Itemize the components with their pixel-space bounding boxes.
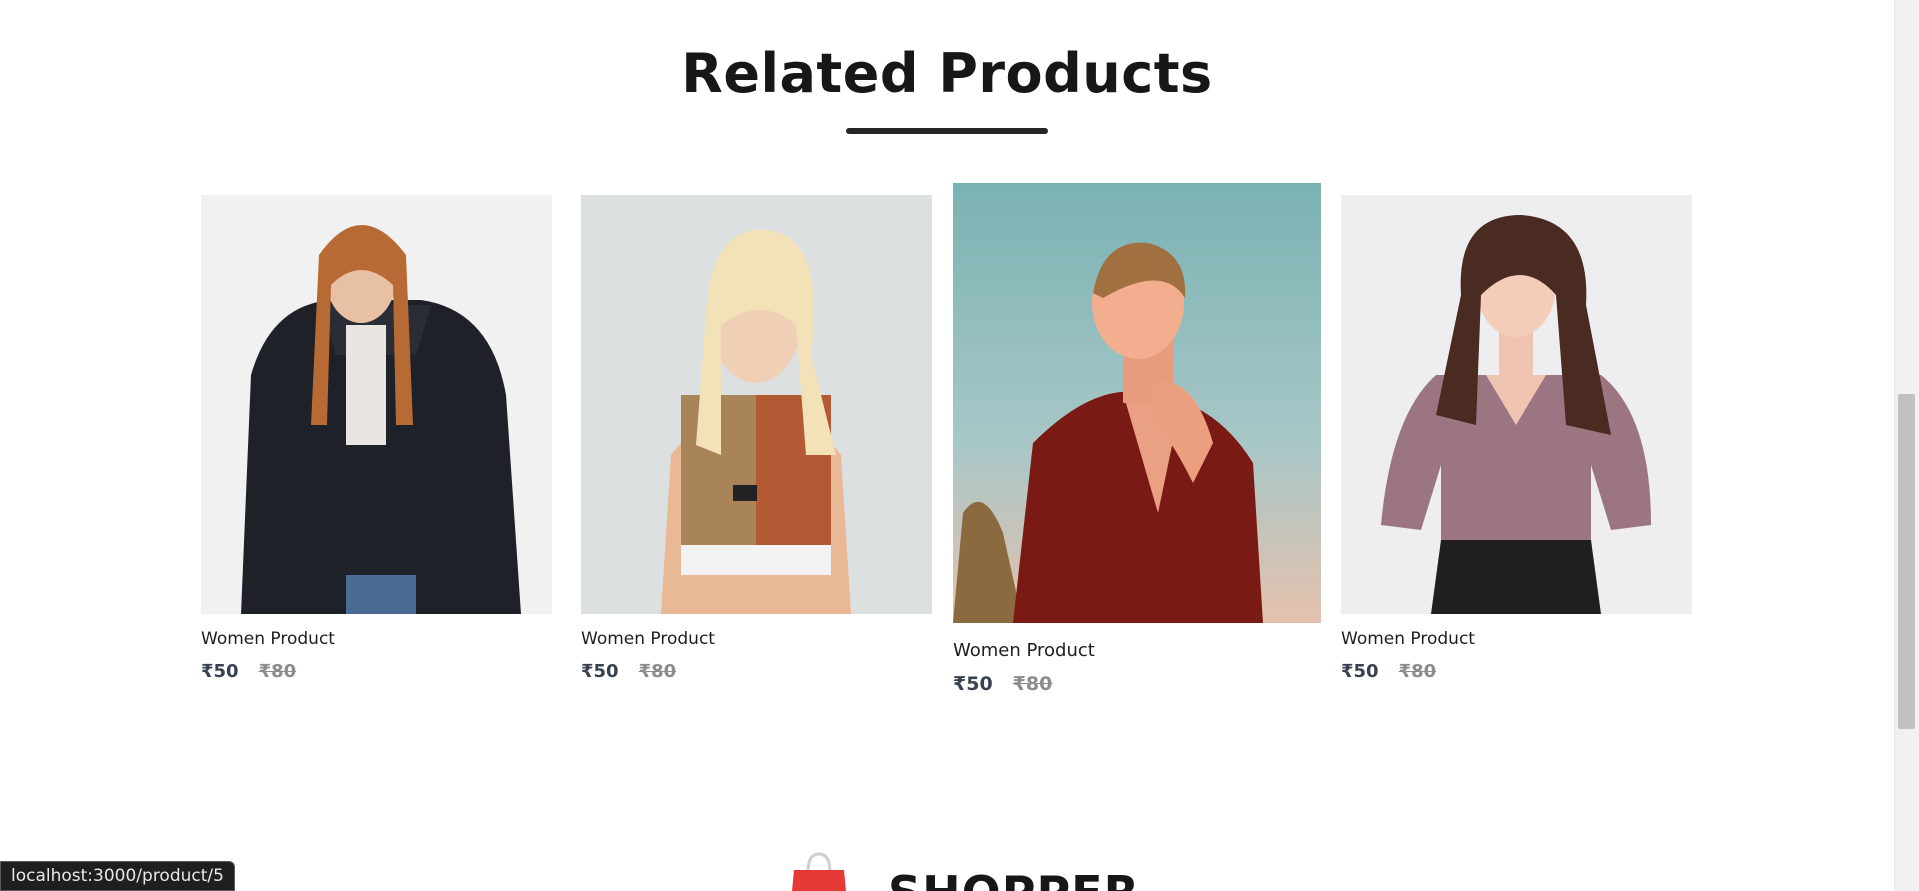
shopping-bag-icon bbox=[792, 852, 846, 891]
product-name[interactable]: Women Product bbox=[1341, 629, 1692, 649]
scrollbar[interactable] bbox=[1894, 0, 1919, 891]
new-price: ₹50 bbox=[953, 673, 993, 695]
product-card[interactable]: Women Product ₹50 ₹80 bbox=[201, 195, 552, 682]
old-price: ₹80 bbox=[1398, 661, 1437, 682]
section-title: Related Products bbox=[681, 42, 1213, 105]
product-card[interactable]: Women Product ₹50 ₹80 bbox=[581, 195, 932, 682]
page: Related Products Women Product ₹50 ₹80 W… bbox=[0, 0, 1919, 891]
title-underline bbox=[846, 128, 1048, 134]
product-prices: ₹50 ₹80 bbox=[581, 661, 932, 682]
product-card[interactable]: Women Product ₹50 ₹80 bbox=[1341, 195, 1692, 682]
scrollbar-thumb[interactable] bbox=[1898, 394, 1915, 729]
old-price: ₹80 bbox=[258, 661, 297, 682]
product-image[interactable] bbox=[953, 183, 1321, 623]
product-name[interactable]: Women Product bbox=[953, 640, 1321, 661]
footer-logo[interactable]: SHOPPER bbox=[790, 852, 1140, 891]
status-bar-url: localhost:3000/product/5 bbox=[0, 861, 235, 891]
product-name[interactable]: Women Product bbox=[581, 629, 932, 649]
product-prices: ₹50 ₹80 bbox=[953, 673, 1321, 695]
old-price: ₹80 bbox=[638, 661, 677, 682]
old-price: ₹80 bbox=[1012, 673, 1053, 695]
new-price: ₹50 bbox=[581, 661, 619, 682]
product-image[interactable] bbox=[581, 195, 932, 614]
product-prices: ₹50 ₹80 bbox=[1341, 661, 1692, 682]
product-name[interactable]: Women Product bbox=[201, 629, 552, 649]
new-price: ₹50 bbox=[201, 661, 239, 682]
product-image[interactable] bbox=[1341, 195, 1692, 614]
product-image[interactable] bbox=[201, 195, 552, 614]
product-prices: ₹50 ₹80 bbox=[201, 661, 552, 682]
new-price: ₹50 bbox=[1341, 661, 1379, 682]
brand-name: SHOPPER bbox=[888, 866, 1140, 891]
product-card[interactable]: Women Product ₹50 ₹80 bbox=[953, 183, 1321, 695]
